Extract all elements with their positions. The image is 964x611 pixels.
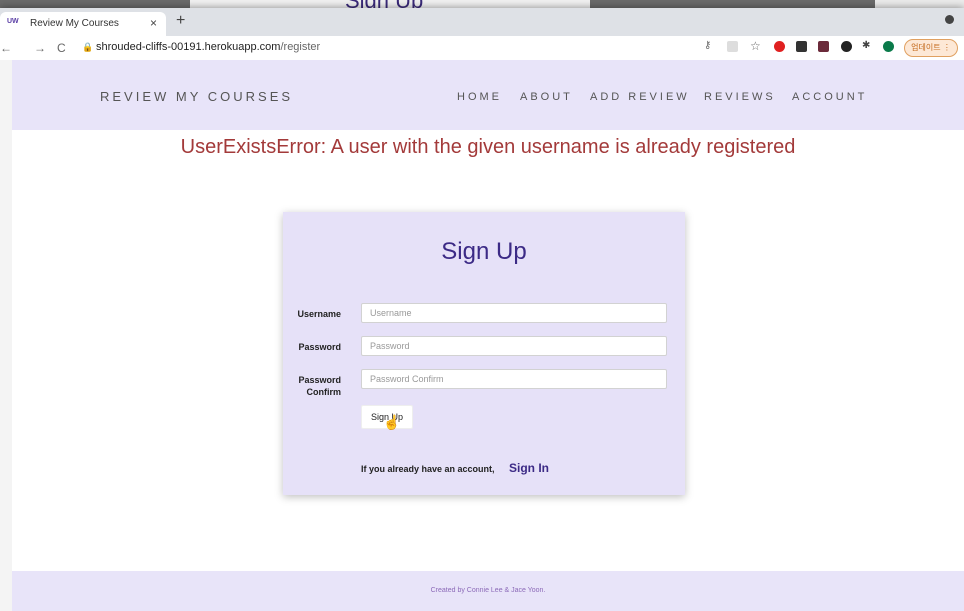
favicon-icon: UW [7,18,19,25]
url-path: /register [280,41,321,53]
tab-bar: UW Review My Courses × + [0,8,964,36]
window-menu-icon[interactable] [945,15,954,24]
shield-icon[interactable] [841,41,852,52]
nav-home[interactable]: HOME [457,91,502,103]
translate-icon[interactable] [727,41,738,52]
password-label: Password [298,342,341,352]
signin-link[interactable]: Sign In [509,461,549,475]
site-footer: Created by Connie Lee & Jace Yoon. [12,571,964,611]
page-left-edge [0,60,12,611]
username-input[interactable] [361,303,667,323]
error-message: UserExistsError: A user with the given u… [180,136,796,158]
tab-title: Review My Courses [30,18,119,29]
back-icon[interactable]: ← [0,41,12,55]
site-brand[interactable]: REVIEW MY COURSES [100,89,293,104]
nav-about[interactable]: ABOUT [520,91,573,103]
nav-add-review[interactable]: ADD REVIEW [590,91,690,103]
password-input[interactable] [361,336,667,356]
lock-icon: 🔒 [82,42,94,52]
signup-title: Sign Up [441,238,527,265]
browser-tab[interactable]: UW Review My Courses × [0,12,166,36]
have-account-text: If you already have an account, [361,464,495,474]
profile-avatar-icon[interactable] [883,41,894,52]
opera-icon[interactable] [774,41,785,52]
username-label: Username [297,309,341,319]
footer-text: Created by Connie Lee & Jace Yoon. [430,587,546,594]
site-header: REVIEW MY COURSES HOME ABOUT ADD REVIEW … [12,60,964,130]
url-host: shrouded-cliffs-00191.herokuapp.com [96,41,281,53]
tab-close-icon[interactable]: × [150,16,157,30]
url-field[interactable]: shrouded-cliffs-00191.herokuapp.com/regi… [96,41,320,53]
new-tab-icon[interactable]: + [176,12,185,30]
password-confirm-label: Password Confirm [283,374,341,398]
hand-cursor-icon: ☝ [383,414,401,430]
signup-card: Sign Up Username Password Password Confir… [283,212,685,495]
password-confirm-label-line2: Confirm [306,387,342,397]
extension-icon[interactable] [796,41,807,52]
password-confirm-input[interactable] [361,369,667,389]
update-button[interactable]: 업데이트 ⋮ [904,39,958,57]
password-confirm-label-line1: Password [298,375,341,385]
address-bar: ← → C 🔒 shrouded-cliffs-00191.herokuapp.… [0,36,964,61]
reload-icon[interactable]: C [57,41,66,55]
browser-window: UW Review My Courses × + ← → C 🔒 shroude… [0,8,964,611]
nav-account[interactable]: ACCOUNT [792,91,867,103]
forward-icon[interactable]: → [34,41,46,55]
key-icon[interactable]: ⚷ [704,40,715,51]
extension-icon[interactable] [818,41,829,52]
nav-reviews[interactable]: REVIEWS [704,91,776,103]
puzzle-icon[interactable]: ✱ [862,40,873,51]
star-icon[interactable]: ☆ [750,39,761,53]
